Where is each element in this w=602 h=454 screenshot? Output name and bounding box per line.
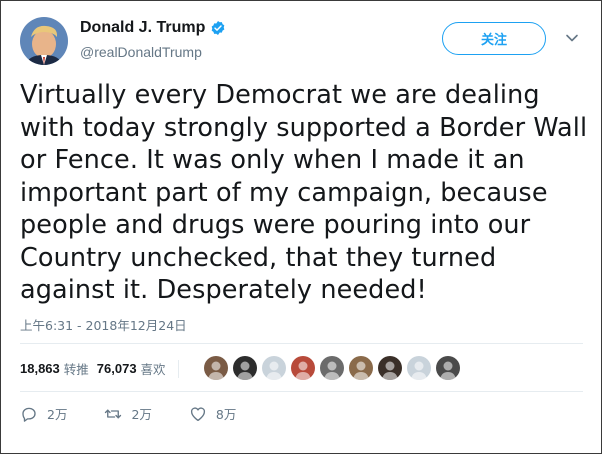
liker-avatar[interactable]: [233, 356, 257, 380]
author-avatar[interactable]: [20, 17, 68, 65]
person-icon: [266, 361, 282, 380]
tweet-card: Donald J. Trump @realDonaldTrump 关注 Virt…: [0, 0, 602, 454]
engagement-stats: 18,863 转推 76,073 喜欢: [20, 359, 189, 378]
reply-icon: [22, 407, 36, 422]
person-icon: [353, 361, 369, 380]
tweet-actions: 2万 2万 8万: [20, 404, 273, 423]
author-display-name[interactable]: Donald J. Trump: [80, 19, 205, 37]
stats-separator: [177, 359, 179, 378]
person-icon: [208, 361, 224, 380]
liker-avatar[interactable]: [262, 356, 286, 380]
tweet-timestamp[interactable]: 上午6:31 - 2018年12月24日: [20, 315, 187, 334]
liker-avatar[interactable]: [320, 356, 344, 380]
like-button[interactable]: 8万: [189, 404, 236, 423]
follow-button[interactable]: 关注: [442, 22, 546, 55]
liker-avatar[interactable]: [436, 356, 460, 380]
person-icon: [440, 361, 456, 380]
tweet-text: Virtually every Democrat we are dealing …: [20, 80, 588, 305]
person-icon: [237, 361, 253, 380]
retweet-icon: [105, 409, 122, 418]
author-name-row: Donald J. Trump: [80, 19, 226, 37]
retweet-button[interactable]: 2万: [104, 404, 152, 423]
liker-avatar[interactable]: [349, 356, 373, 380]
reply-count: 2万: [47, 407, 68, 422]
heart-icon: [190, 406, 205, 421]
verified-badge-icon: [212, 21, 225, 35]
retweet-count: 2万: [131, 407, 152, 422]
person-icon: [295, 361, 311, 380]
likes-count[interactable]: 76,073: [97, 361, 137, 376]
person-icon: [382, 361, 398, 380]
likes-label[interactable]: 喜欢: [141, 359, 166, 378]
liker-avatar[interactable]: [407, 356, 431, 380]
chevron-down-icon[interactable]: [565, 31, 579, 45]
retweets-label[interactable]: 转推: [64, 359, 89, 378]
avatar-image-icon: [20, 17, 68, 65]
person-icon: [411, 361, 427, 380]
like-count: 8万: [215, 407, 237, 422]
retweets-count[interactable]: 18,863: [20, 361, 60, 376]
divider: [20, 391, 583, 392]
liker-avatar[interactable]: [204, 356, 228, 380]
author-handle[interactable]: @realDonaldTrump: [80, 44, 202, 60]
liker-avatar[interactable]: [291, 356, 315, 380]
person-icon: [324, 361, 340, 380]
divider: [20, 343, 583, 344]
liker-avatar[interactable]: [378, 356, 402, 380]
reply-button[interactable]: 2万: [20, 404, 67, 423]
liker-avatars: [204, 356, 465, 380]
